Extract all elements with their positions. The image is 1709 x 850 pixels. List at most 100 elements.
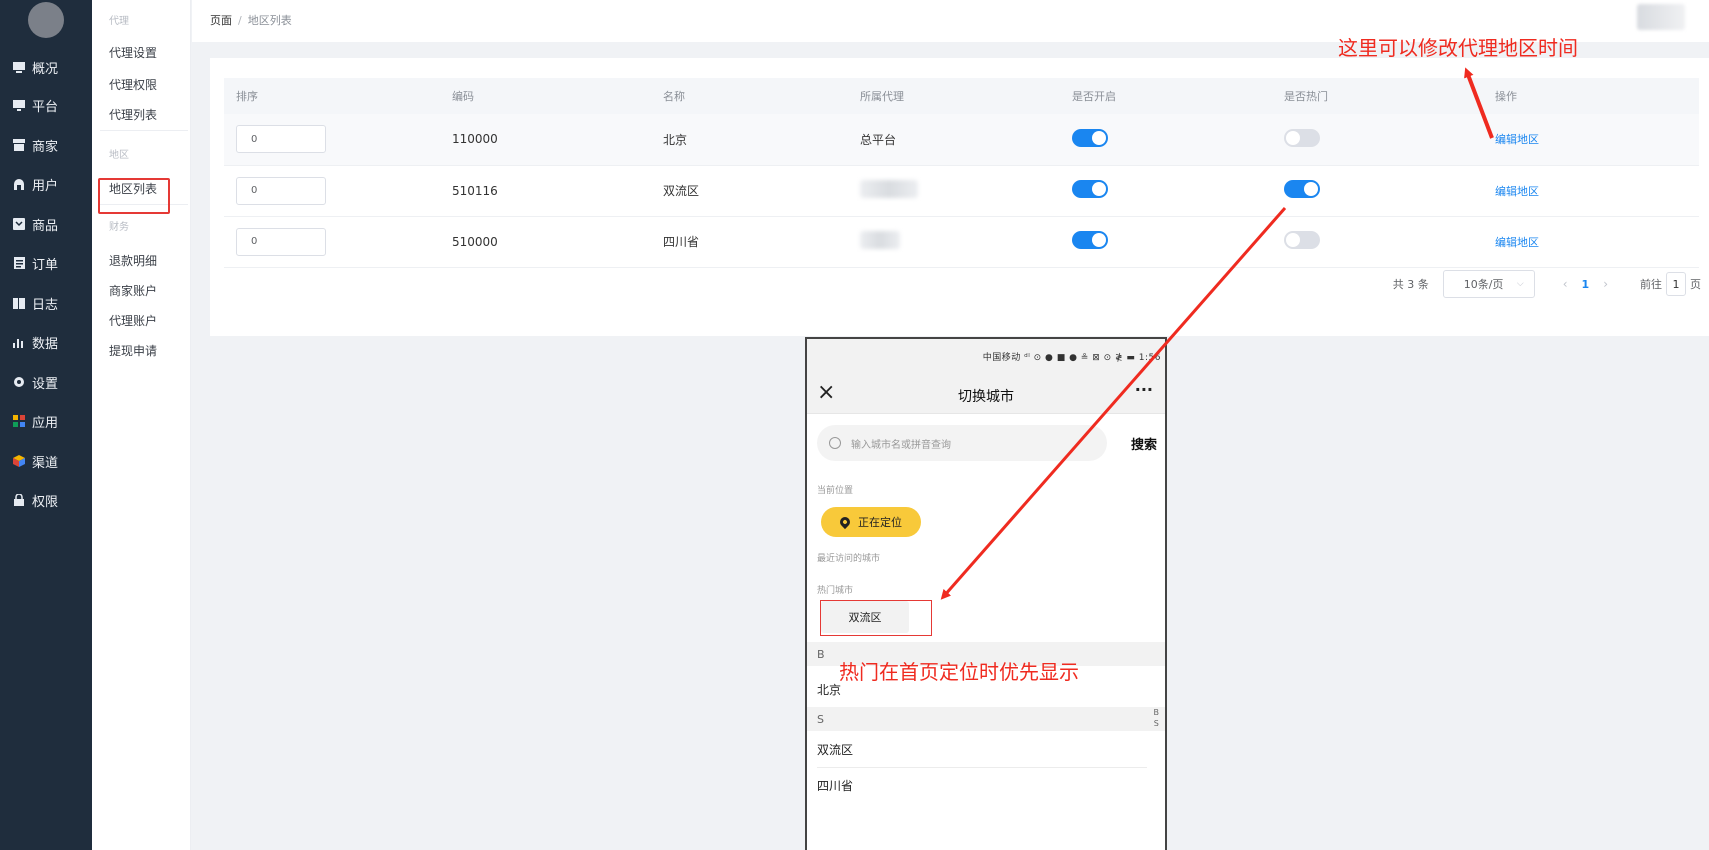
- sidebar-item-label: 商家: [32, 139, 59, 155]
- sidebar-item-product[interactable]: 商品: [12, 213, 88, 235]
- prev-page-icon[interactable]: ‹: [1563, 277, 1568, 291]
- sidebar-item-label: 商品: [32, 218, 59, 234]
- column-header-sort: 排序: [236, 90, 258, 103]
- edit-region-link[interactable]: 编辑地区: [1495, 236, 1539, 249]
- table-header-row: 排序 编码 名称 所属代理 是否开启 是否热门 操作: [224, 78, 1699, 114]
- store-icon: [12, 138, 26, 152]
- log-icon: [12, 296, 26, 310]
- submenu-item-agent-list[interactable]: 代理列表: [109, 106, 157, 123]
- sort-input[interactable]: [236, 227, 326, 256]
- column-header-name: 名称: [663, 90, 685, 103]
- sidebar-item-data[interactable]: 数据: [12, 331, 88, 353]
- submenu-item-refund-details[interactable]: 退款明细: [109, 252, 157, 269]
- toggle-knob: [1092, 130, 1106, 145]
- hot-toggle[interactable]: [1284, 180, 1320, 198]
- sidebar-item-order[interactable]: 订单: [12, 252, 88, 274]
- sidebar-item-merchant[interactable]: 商家: [12, 134, 88, 156]
- search-placeholder: 输入城市名或拼音查询: [851, 439, 951, 451]
- enabled-toggle[interactable]: [1072, 128, 1108, 147]
- submenu-item-agent-settings[interactable]: 代理设置: [109, 44, 157, 61]
- city-item-shuangliu[interactable]: 双流区: [817, 741, 853, 758]
- table-row: 110000 北京 总平台 编辑地区: [224, 114, 1699, 165]
- submenu-group-region: 地区: [109, 150, 129, 161]
- sidebar-item-label: 平台: [32, 99, 59, 115]
- breadcrumb: 页面 / 地区列表: [210, 12, 292, 28]
- product-icon: [12, 217, 26, 231]
- region-table-card: 排序 编码 名称 所属代理 是否开启 是否热门 操作 110000 北京 总平台…: [210, 58, 1709, 336]
- pagination-total: 共 3 条: [1392, 278, 1429, 291]
- annotation-edit-time: 这里可以修改代理地区时间: [1338, 36, 1578, 60]
- sidebar-item-label: 设置: [32, 376, 59, 392]
- region-name: 四川省: [663, 235, 700, 249]
- sidebar-item-apps[interactable]: 应用: [12, 410, 88, 432]
- sidebar-item-overview[interactable]: 概况: [12, 56, 88, 78]
- letter-header-s: S: [807, 707, 1165, 731]
- enabled-toggle[interactable]: [1072, 231, 1108, 249]
- sort-input[interactable]: [236, 125, 326, 154]
- locating-label: 正在定位: [858, 516, 902, 529]
- mobile-preview: 中国移动 ᵈˡ ⊙ ● ■ ● ≗ ⊠ ⊙ ≹ ▬ 1:56 × 切换城市 ··…: [805, 337, 1167, 850]
- page-size-select[interactable]: 10条/页 ⌵: [1442, 270, 1535, 298]
- sub-menu: 代理 代理设置 代理权限 代理列表 地区 地区列表 财务 退款明细 商家账户 代…: [92, 0, 191, 850]
- hot-toggle[interactable]: [1284, 231, 1320, 249]
- edit-region-link[interactable]: 编辑地区: [1495, 133, 1539, 146]
- index-letter[interactable]: B: [1154, 707, 1160, 718]
- alphabet-index[interactable]: B S: [1154, 707, 1160, 729]
- goto-page-input[interactable]: 1: [1666, 272, 1686, 296]
- city-item-sichuan[interactable]: 四川省: [817, 777, 853, 794]
- dashboard-icon: [12, 60, 26, 74]
- more-icon[interactable]: ···: [1135, 380, 1153, 399]
- order-icon: [12, 256, 26, 270]
- sidebar-item-user[interactable]: 用户: [12, 173, 88, 195]
- hot-cities-label: 热门城市: [817, 586, 854, 596]
- column-header-enabled: 是否开启: [1072, 90, 1116, 103]
- sidebar-item-permission[interactable]: 权限: [12, 489, 88, 511]
- apps-icon: [12, 414, 26, 428]
- mobile-header: × 切换城市 ···: [807, 374, 1165, 414]
- sidebar-item-label: 权限: [32, 494, 59, 510]
- enabled-toggle[interactable]: [1072, 180, 1108, 198]
- page-number[interactable]: 1: [1582, 278, 1590, 291]
- index-letter[interactable]: S: [1154, 718, 1160, 729]
- goto-prefix: 前往: [1640, 278, 1662, 291]
- city-item-beijing[interactable]: 北京: [817, 681, 841, 698]
- sidebar-item-settings[interactable]: 设置: [12, 371, 88, 393]
- submenu-item-merchant-accounts[interactable]: 商家账户: [109, 282, 157, 299]
- toggle-knob: [1286, 130, 1300, 145]
- sidebar-item-platform[interactable]: 平台: [12, 94, 88, 116]
- divider: [817, 767, 1147, 768]
- column-header-action: 操作: [1495, 90, 1517, 103]
- column-header-agent: 所属代理: [860, 90, 904, 103]
- edit-region-link[interactable]: 编辑地区: [1495, 185, 1539, 198]
- submenu-item-agent-accounts[interactable]: 代理账户: [109, 312, 157, 329]
- toggle-knob: [1092, 182, 1106, 196]
- sidebar-item-channel[interactable]: 渠道: [12, 450, 88, 472]
- region-code: 510000: [452, 234, 498, 249]
- breadcrumb-root[interactable]: 页面: [210, 14, 232, 27]
- user-avatar-blurred[interactable]: [1637, 4, 1685, 30]
- user-icon: [12, 177, 26, 191]
- current-location-label: 当前位置: [817, 486, 854, 496]
- region-agent-blurred: [860, 231, 900, 249]
- goto-suffix: 页: [1690, 278, 1701, 291]
- next-page-icon[interactable]: ›: [1603, 277, 1608, 291]
- table-row: 510116 双流区 编辑地区: [224, 165, 1699, 216]
- sidebar-item-log[interactable]: 日志: [12, 292, 88, 314]
- hot-toggle[interactable]: [1284, 128, 1320, 147]
- annotation-highlight-box: [820, 600, 932, 636]
- pagination: 共 3 条 10条/页 ⌵ ‹ 1 › 前往 1 页: [1393, 270, 1701, 298]
- toggle-knob: [1092, 233, 1106, 247]
- submenu-item-withdraw-requests[interactable]: 提现申请: [109, 342, 157, 359]
- annotation-hot-priority: 热门在首页定位时优先显示: [839, 660, 1079, 684]
- sidebar-item-label: 日志: [32, 297, 59, 313]
- status-bar: 中国移动 ᵈˡ ⊙ ● ■ ● ≗ ⊠ ⊙ ≹ ▬ 1:56: [807, 339, 1165, 374]
- avatar[interactable]: [28, 2, 64, 38]
- submenu-item-agent-permissions[interactable]: 代理权限: [109, 76, 157, 93]
- search-button[interactable]: 搜索: [1131, 434, 1157, 453]
- column-header-code: 编码: [452, 90, 474, 103]
- gear-icon: [12, 375, 26, 389]
- city-search-input[interactable]: 输入城市名或拼音查询: [817, 425, 1107, 461]
- locating-button[interactable]: 正在定位: [821, 507, 921, 537]
- main-sidebar: 概况 平台 商家 用户 商品 订单 日志 数据 设置 应用 渠道 权限: [0, 0, 92, 850]
- sort-input[interactable]: [236, 176, 326, 205]
